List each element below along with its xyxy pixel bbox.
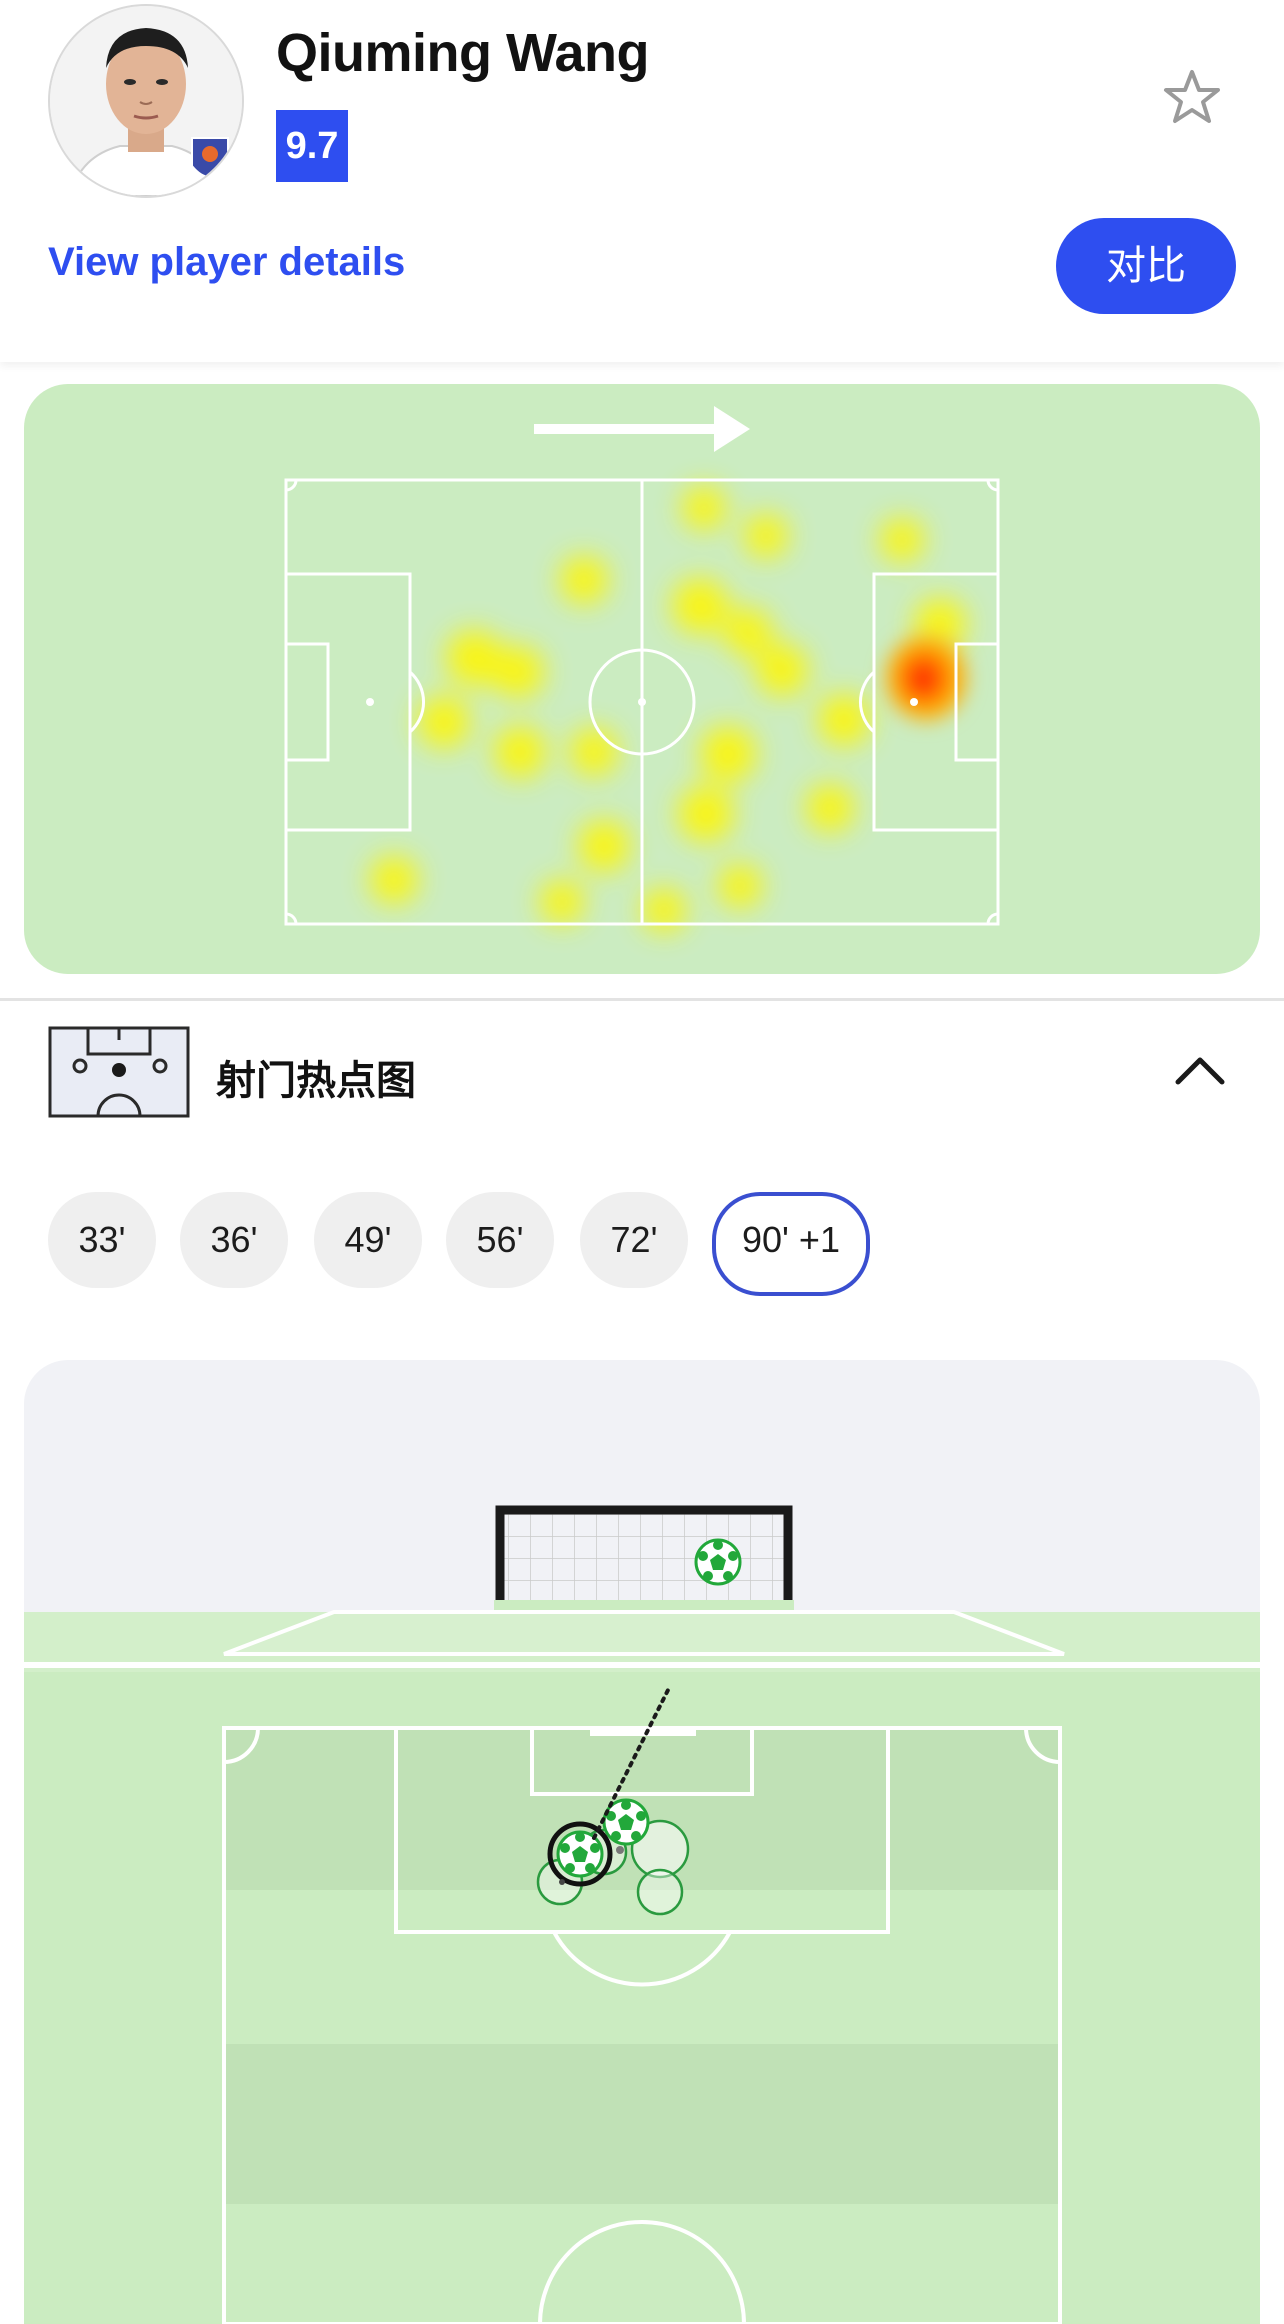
player-photo [50, 6, 242, 196]
section-divider [0, 998, 1284, 1001]
player-header: Qiuming Wang 9.7 View player details 对比 [0, 0, 1284, 362]
chevron-up-icon [1175, 1057, 1225, 1085]
view-player-details-link[interactable]: View player details [48, 240, 405, 285]
heat-blobs [370, 486, 966, 932]
goal-placement-ball-icon [694, 1538, 742, 1586]
shot-chip-90-plus-1[interactable]: 90' +1 [712, 1192, 870, 1296]
heat-hotspot [886, 636, 966, 720]
shot-chip-36[interactable]: 36' [180, 1192, 288, 1288]
club-badge-icon [191, 137, 229, 178]
shot-chip-72[interactable]: 72' [580, 1192, 688, 1288]
player-rating-badge: 9.7 [276, 110, 348, 182]
goal-frame [494, 1505, 794, 1617]
collapse-button[interactable] [1170, 1046, 1230, 1094]
shot-map [24, 1360, 1260, 2324]
shot-chip-33[interactable]: 33' [48, 1192, 156, 1288]
player-heatmap [24, 384, 1260, 974]
star-outline-icon [1164, 70, 1220, 123]
heatmap-pitch [284, 406, 1000, 932]
shotmap-title: 射门热点图 [216, 1059, 416, 1103]
attack-direction-arrow-icon [534, 406, 750, 452]
player-avatar[interactable] [48, 4, 244, 198]
shotmap-pitch-icon [48, 1026, 190, 1118]
shot-map-pitch [24, 1505, 1260, 2324]
shot-chip-49[interactable]: 49' [314, 1192, 422, 1288]
player-name: Qiuming Wang [276, 23, 649, 83]
shot-chip-56[interactable]: 56' [446, 1192, 554, 1288]
compare-button[interactable]: 对比 [1056, 218, 1236, 314]
favorite-button[interactable] [1160, 66, 1224, 130]
